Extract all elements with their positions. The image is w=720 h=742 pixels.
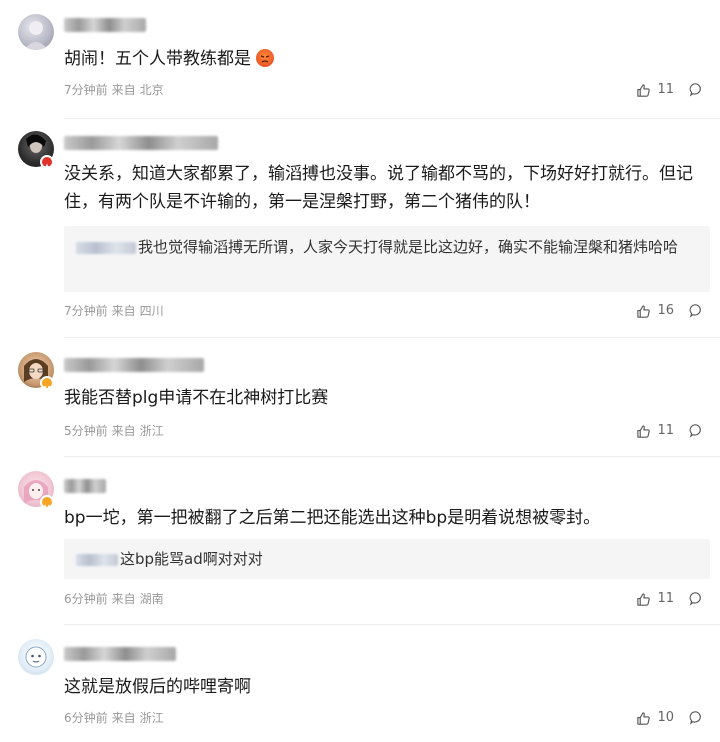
like-button[interactable]: 11 — [636, 423, 674, 439]
avatar[interactable] — [18, 14, 54, 50]
thumbs-up-icon — [637, 592, 651, 606]
comment-meta: 5分钟前 来自 浙江 — [64, 424, 164, 438]
comment-text: 我能否替plg申请不在北神树打比赛 — [64, 388, 329, 408]
reply-box[interactable]: 我也觉得输滔搏无所谓，人家今天打得就是比这边好，确实不能输涅槃和猪炜哈哈 — [64, 226, 710, 292]
like-button[interactable]: 10 — [636, 710, 674, 726]
username[interactable] — [64, 647, 176, 661]
thumbs-up-icon — [637, 424, 651, 438]
orange-v-badge-icon — [40, 495, 54, 512]
thumbs-up-icon — [637, 711, 651, 725]
comment-bubble-icon[interactable] — [689, 82, 704, 97]
comment-bubble-icon[interactable] — [689, 710, 704, 725]
comment-text: 胡闹！五个人带教练都是 — [64, 45, 700, 73]
comment-item: 这就是放假后的哔哩寄啊 6分钟前 来自 浙江 10 — [0, 625, 720, 742]
comment-bubble-icon[interactable] — [689, 303, 704, 318]
comment-meta: 7分钟前 来自 北京 — [64, 83, 164, 97]
username[interactable] — [64, 136, 218, 150]
username[interactable] — [64, 358, 204, 372]
comment-meta: 6分钟前 来自 浙江 — [64, 711, 164, 725]
angry-face-emoji-icon — [256, 49, 275, 67]
comment-text: 没关系，知道大家都累了，输滔搏也没事。说了输都不骂的，下场好好打就行。但记住，有… — [64, 164, 693, 212]
comment-meta: 6分钟前 来自 湖南 — [64, 592, 164, 606]
comment-item: 我能否替plg申请不在北神树打比赛 5分钟前 来自 浙江 11 — [0, 338, 720, 456]
comment-text: 这就是放假后的哔哩寄啊 — [64, 677, 251, 697]
comment-bubble-icon[interactable] — [689, 591, 704, 606]
thumbs-up-icon — [637, 304, 651, 318]
reply-username[interactable] — [76, 553, 118, 566]
like-button[interactable]: 11 — [636, 591, 674, 607]
red-star-badge-icon — [40, 155, 54, 171]
avatar[interactable] — [18, 639, 54, 675]
username[interactable] — [64, 18, 146, 32]
like-button[interactable]: 16 — [636, 303, 674, 319]
comment-item: 没关系，知道大家都累了，输滔搏也没事。说了输都不骂的，下场好好打就行。但记住，有… — [0, 119, 720, 337]
comment-text: bp一坨，第一把被翻了之后第二把还能选出这种bp是明着说想被零封。 — [64, 508, 601, 528]
username[interactable] — [64, 479, 106, 493]
comment-bubble-icon[interactable] — [689, 423, 704, 438]
reply-username[interactable] — [76, 241, 136, 254]
orange-v-badge-icon — [40, 376, 54, 393]
comment-meta: 7分钟前 来自 四川 — [64, 304, 164, 318]
like-button[interactable]: 11 — [636, 82, 674, 98]
reply-text: 这bp能骂ad啊对对对 — [76, 546, 700, 572]
reply-text: 我也觉得输滔搏无所谓，人家今天打得就是比这边好，确实不能输涅槃和猪炜哈哈 — [76, 234, 700, 260]
thumbs-up-icon — [637, 83, 651, 97]
comment-item: bp一坨，第一把被翻了之后第二把还能选出这种bp是明着说想被零封。 这bp能骂a… — [0, 457, 720, 624]
comment-item: 胡闹！五个人带教练都是 7分钟前 来自 北京 11 — [0, 0, 720, 118]
reply-box[interactable]: 这bp能骂ad啊对对对 — [64, 539, 710, 579]
